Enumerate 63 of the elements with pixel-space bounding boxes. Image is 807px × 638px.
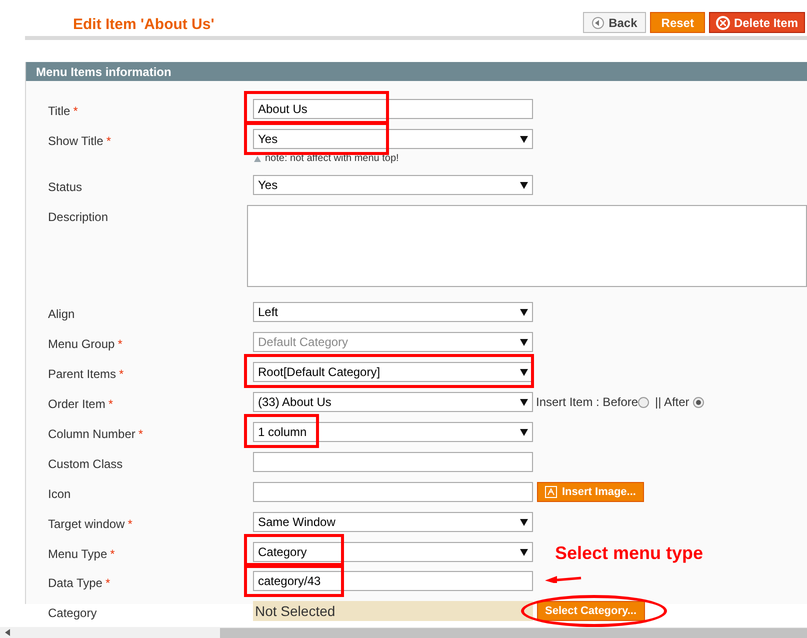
input-field[interactable]: category/43 (253, 571, 533, 591)
field-label: Menu Group (48, 337, 115, 351)
dropdown[interactable]: Yes (253, 129, 533, 149)
caret-icon (520, 368, 528, 376)
back-button[interactable]: Back (582, 12, 646, 33)
caret-icon (520, 308, 528, 316)
radio-button[interactable] (693, 396, 704, 408)
caret-icon (520, 518, 528, 526)
field-label: Custom Class (48, 457, 123, 471)
delete-button[interactable]: Delete Item (708, 12, 805, 33)
left-arrow-icon[interactable] (5, 629, 11, 636)
dropdown[interactable]: Category (253, 542, 533, 562)
field-label: Icon (48, 487, 71, 501)
triangle-icon (254, 156, 261, 162)
caret-icon (520, 548, 528, 556)
scrollbar[interactable] (0, 627, 807, 638)
insert-item-label: Insert Item : Before (536, 394, 638, 411)
annotation-text: Select menu type (555, 542, 704, 565)
dropdown[interactable]: Yes (253, 175, 533, 195)
field-label: Menu Type (48, 547, 108, 561)
required-mark: * (108, 397, 114, 411)
caret-icon (520, 136, 528, 142)
input-field[interactable] (253, 482, 533, 502)
dropdown[interactable]: 1 column (253, 422, 533, 442)
field-label: Title (48, 104, 70, 118)
field-label: Data Type (48, 576, 102, 590)
required-mark: * (138, 427, 144, 441)
radio-button[interactable] (638, 396, 650, 408)
field-label: Parent Items (48, 367, 116, 381)
field-label: Show Title (48, 134, 104, 148)
caret-icon (520, 428, 528, 436)
back-icon (592, 16, 604, 28)
field-label: Order Item (48, 397, 106, 411)
required-mark: * (106, 134, 112, 148)
required-mark: * (105, 576, 110, 590)
section-header: Menu Items information (26, 62, 807, 81)
required-mark: * (73, 104, 78, 118)
text-area[interactable] (247, 205, 807, 287)
caret-icon (520, 398, 528, 406)
field-label: Description (48, 210, 108, 224)
required-mark: * (128, 517, 132, 531)
field-label: Column Number (48, 427, 136, 441)
field-label: Target window (48, 517, 125, 531)
dropdown[interactable]: Root[Default Category] (253, 362, 533, 382)
field-label: Align (48, 307, 75, 321)
dropdown[interactable]: Left (253, 302, 533, 322)
field-label: Status (48, 180, 82, 194)
input-field[interactable]: About Us (253, 99, 533, 119)
required-mark: * (118, 337, 122, 351)
caret-icon (520, 182, 528, 188)
caret-icon (520, 338, 528, 346)
dropdown[interactable]: (33) About Us (253, 392, 533, 412)
dropdown: Default Category (253, 332, 533, 352)
category-value: Not Selected (253, 601, 533, 621)
required-mark: * (110, 547, 115, 561)
required-mark: * (119, 367, 124, 381)
image-icon (545, 486, 557, 498)
field-label: Category (48, 606, 97, 620)
input-field[interactable] (253, 452, 533, 472)
close-icon (716, 16, 730, 30)
dropdown[interactable]: Same Window (253, 512, 533, 532)
page-title: Edit Item 'About Us' (73, 14, 214, 35)
insert-after-label: || After (655, 394, 690, 411)
